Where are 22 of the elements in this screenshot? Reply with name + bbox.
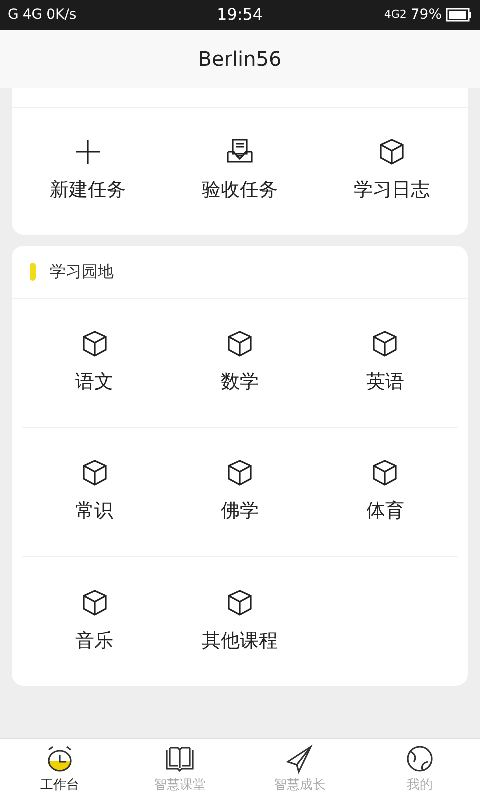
grid-item[interactable]: 验收任务 bbox=[164, 136, 316, 204]
status-text: 0K/s bbox=[46, 6, 77, 24]
section-marker bbox=[30, 262, 36, 280]
network-type: 4G2 bbox=[384, 6, 407, 23]
status-text: G bbox=[8, 6, 19, 24]
grid-item[interactable]: 英语 bbox=[312, 328, 458, 397]
status-text: 4G bbox=[22, 6, 43, 24]
grid-item[interactable]: 常识 bbox=[22, 457, 168, 526]
grid-item[interactable]: 学习日志 bbox=[316, 136, 468, 204]
app-title: Berlin56 bbox=[198, 46, 282, 73]
clock-time: 19:54 bbox=[216, 4, 264, 26]
grid-item[interactable]: 音乐 bbox=[22, 586, 168, 656]
grid-item[interactable]: 其他课程 bbox=[167, 586, 313, 656]
section-title: 学习园地 bbox=[50, 260, 114, 282]
grid-item[interactable]: 新建任务 bbox=[12, 136, 164, 204]
battery-icon bbox=[446, 8, 472, 22]
grid-item[interactable]: 体育 bbox=[312, 457, 458, 526]
grid-item[interactable]: 佛学 bbox=[167, 457, 313, 526]
tab-item[interactable]: 工作台 bbox=[0, 739, 120, 800]
grid-item[interactable]: 数学 bbox=[167, 328, 313, 397]
battery-percent: 79% bbox=[410, 6, 442, 24]
grid-item[interactable]: 语文 bbox=[22, 328, 168, 397]
